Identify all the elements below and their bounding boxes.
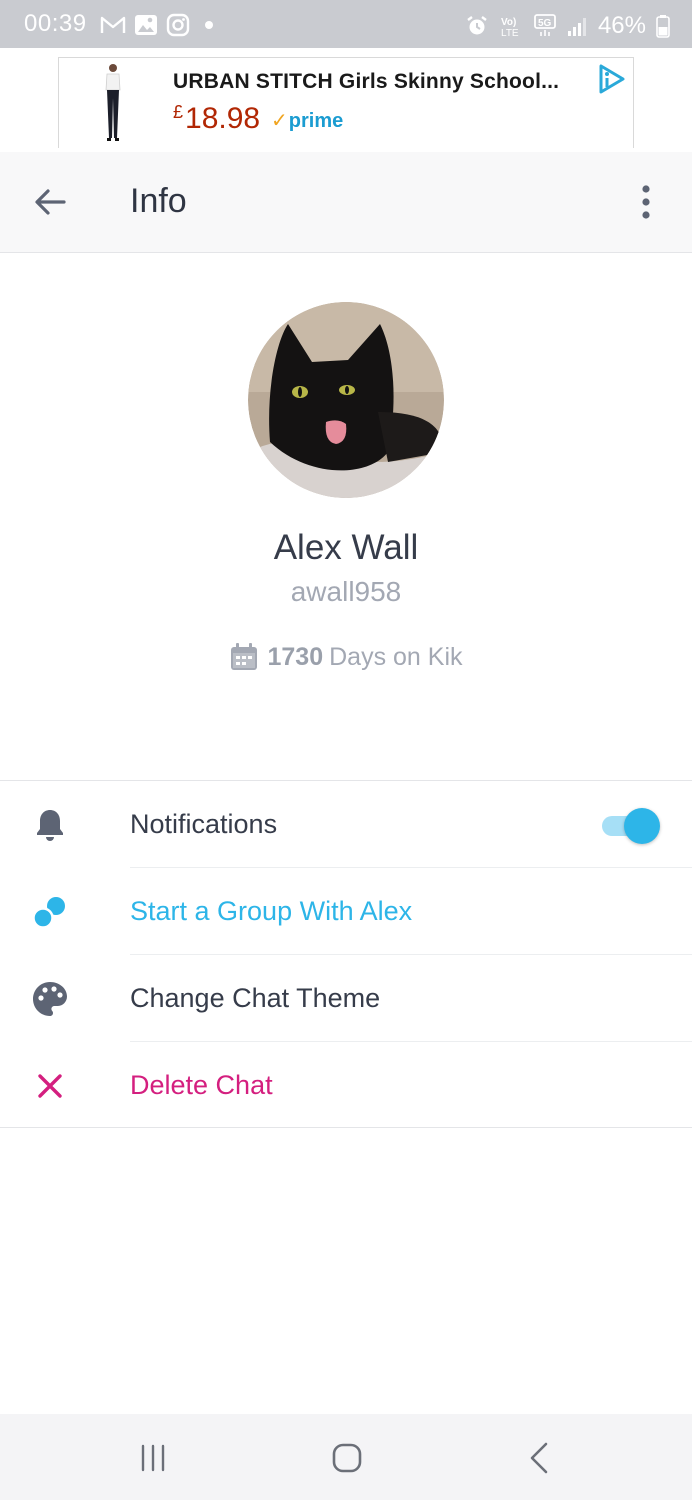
ad-price: £18.98 [173,102,260,136]
svg-text:Vo): Vo) [501,17,516,28]
5g-icon: 5G [534,14,556,36]
ad-banner[interactable]: URBAN STITCH Girls Skinny School... £18.… [58,57,634,148]
toggle-knob [624,808,660,844]
divider [0,1127,692,1128]
prime-check-icon: ✓ [271,110,288,132]
page-title: Info [130,182,187,220]
prime-label: prime [288,110,344,132]
ad-title[interactable]: URBAN STITCH Girls Skinny School... [173,70,559,94]
dot-icon [205,21,213,29]
prime-badge: ✓prime [271,108,343,133]
gmail-icon [100,16,126,33]
adchoices-icon[interactable] [595,62,629,96]
home-icon[interactable] [325,1436,369,1480]
svg-text:LTE: LTE [501,28,519,38]
battery-icon [656,15,670,38]
change-theme-row[interactable]: Change Chat Theme [0,955,692,1042]
close-icon [38,1074,62,1098]
status-bar: 00:39 Vo) LTE 5G 46% [0,0,692,48]
svg-text:5G: 5G [538,18,552,29]
change-theme-label: Change Chat Theme [130,983,381,1013]
status-left-icons [100,13,220,37]
start-group-row[interactable]: Start a Group With Alex [0,868,692,955]
back-arrow-icon[interactable] [26,178,74,226]
ad-currency: £ [173,102,184,122]
delete-chat-row[interactable]: Delete Chat [0,1042,692,1129]
ad-price-value: 18.98 [185,102,261,135]
volte-icon: Vo)LTE [501,17,519,38]
instagram-icon [166,13,190,37]
notifications-row[interactable]: Notifications [0,781,692,868]
notifications-label: Notifications [130,809,278,839]
toolbar: Info [0,152,692,253]
bell-icon [37,810,63,841]
days-label: Days on Kik [329,642,463,671]
gallery-icon [135,15,157,35]
avatar[interactable] [248,302,444,498]
status-time: 00:39 [24,10,87,37]
profile-username: awall958 [290,576,402,607]
battery-percent: 46% [597,12,646,39]
more-options-icon[interactable] [622,178,670,226]
delete-chat-label: Delete Chat [130,1070,273,1100]
status-right-icons: Vo) LTE 5G 46% [466,12,670,40]
recent-apps-icon[interactable] [131,1436,175,1480]
system-nav-bar [0,1414,692,1500]
profile-name: Alex Wall [273,528,419,567]
notifications-toggle[interactable] [600,806,660,844]
group-icon [32,897,65,929]
days-on-kik: 1730 Days on Kik [0,642,692,672]
calendar-icon [231,643,258,670]
signal-icon [567,18,586,36]
start-group-label: Start a Group With Alex [130,896,413,926]
alarm-icon [467,16,487,35]
days-count: 1730 [267,642,324,671]
back-nav-icon[interactable] [518,1436,562,1480]
palette-icon [33,982,67,1016]
ad-product-image [105,64,121,141]
